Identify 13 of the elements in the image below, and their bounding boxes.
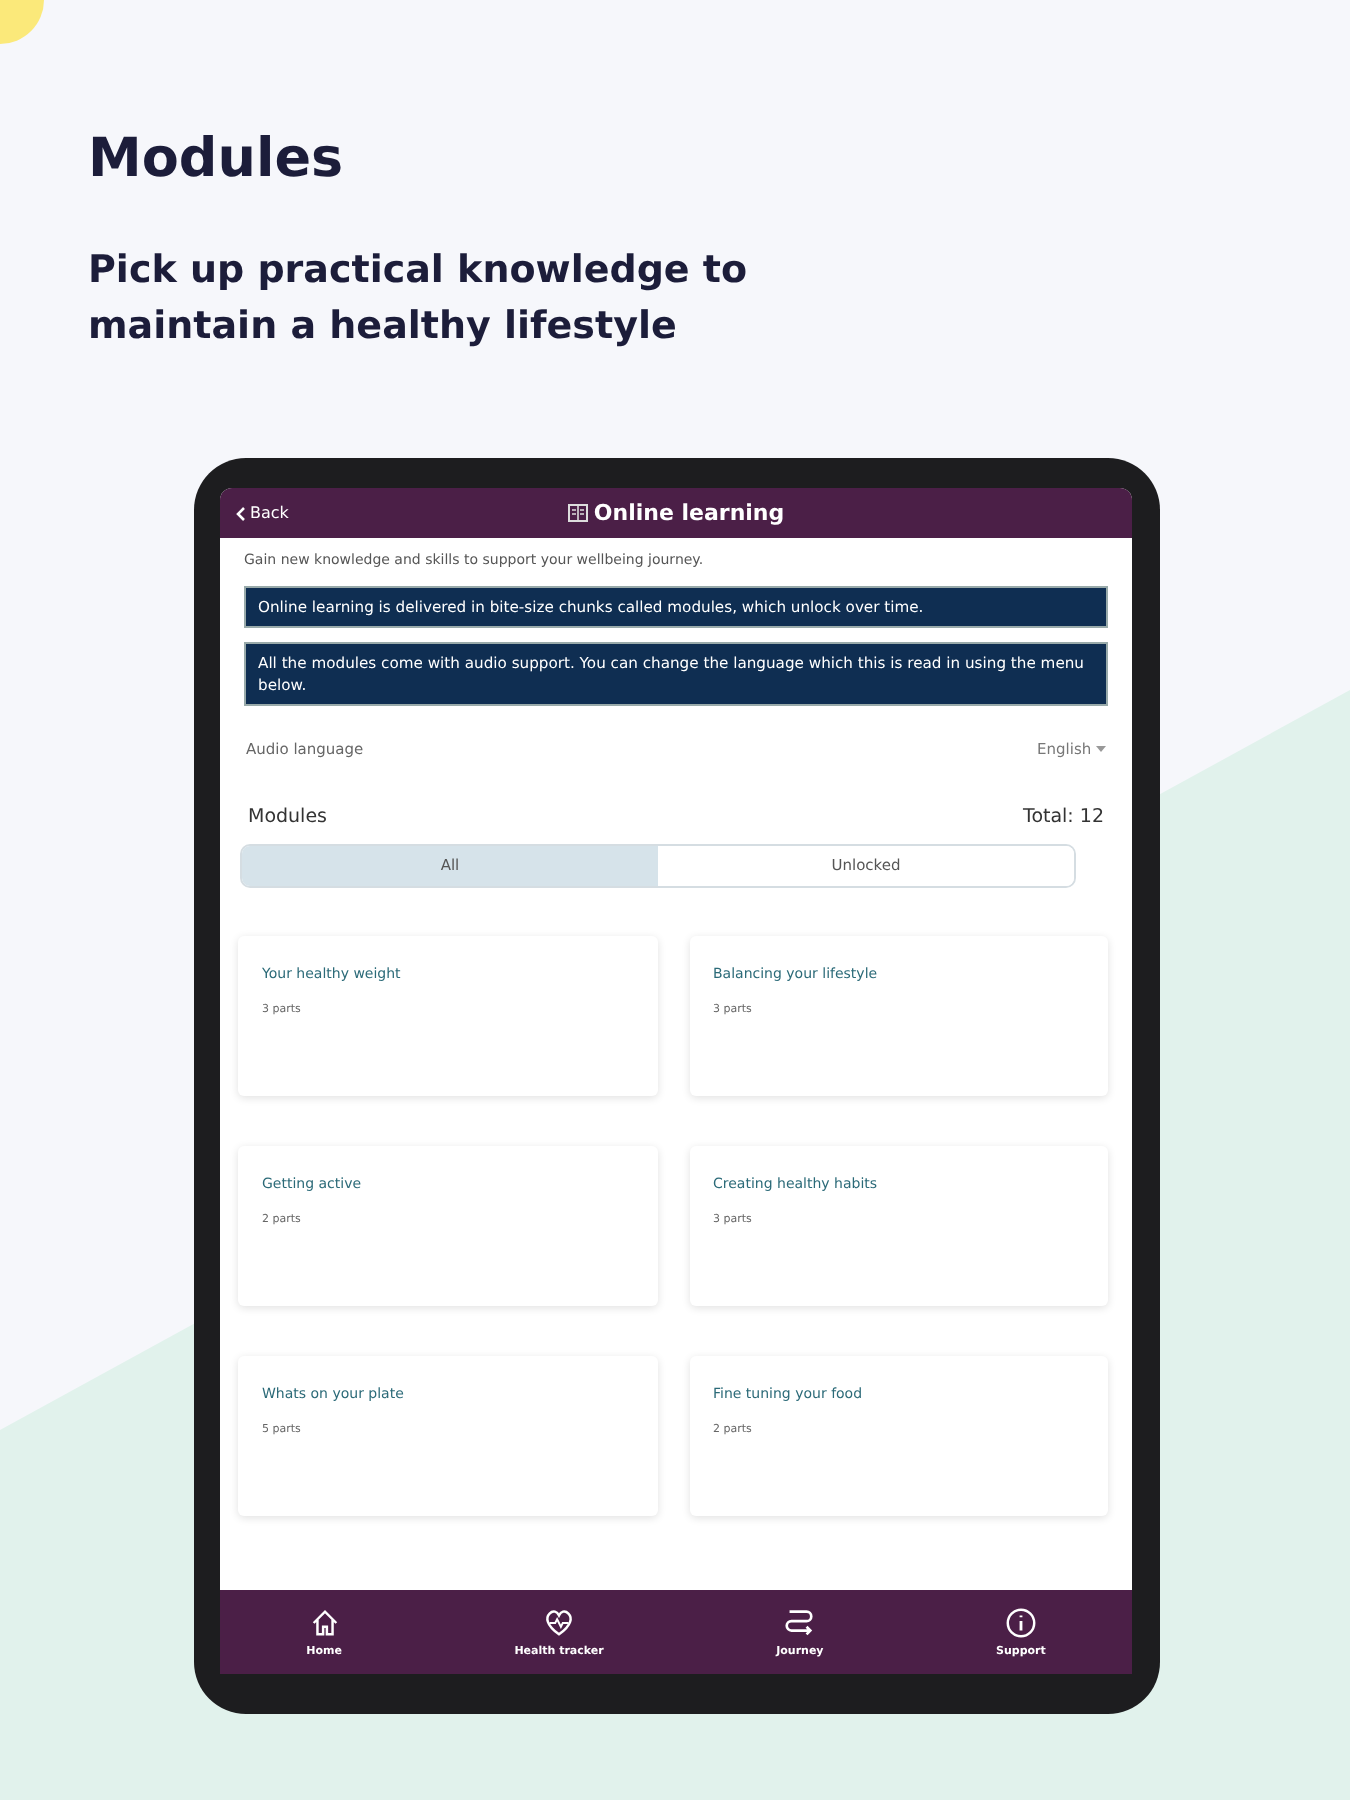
page-subheading: Pick up practical knowledge to maintain a healthy lifestyle (88, 246, 748, 352)
home-icon (307, 1605, 342, 1640)
info-icon (1003, 1605, 1038, 1640)
route-icon (782, 1605, 817, 1640)
book-icon (567, 503, 588, 522)
screen-title: Online learning (567, 497, 785, 531)
back-button[interactable]: Back (236, 501, 289, 526)
total-count: Total: 12 (1023, 804, 1104, 833)
page-heading: Modules (88, 128, 346, 193)
back-chevron-icon (236, 505, 246, 522)
heart-icon (542, 1605, 577, 1640)
caret-icon (1096, 746, 1106, 753)
modules-title: Modules (248, 804, 327, 833)
